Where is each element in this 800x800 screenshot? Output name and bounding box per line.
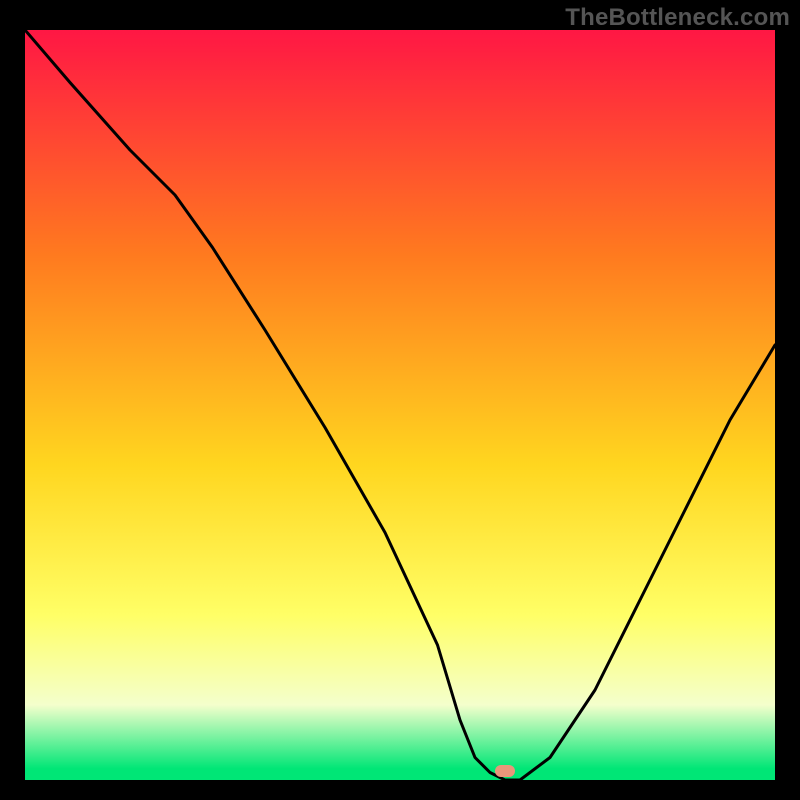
plot-area	[25, 30, 775, 775]
optimal-point-marker	[495, 765, 515, 777]
chart-frame: TheBottleneck.com	[0, 0, 800, 800]
bottleneck-curve	[25, 30, 775, 780]
watermark-text: TheBottleneck.com	[565, 4, 790, 32]
